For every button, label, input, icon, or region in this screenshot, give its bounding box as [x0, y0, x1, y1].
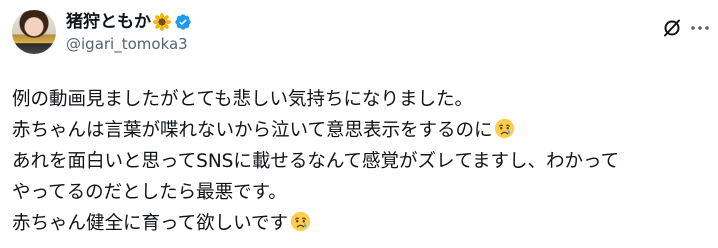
display-name[interactable]: 猪狩ともか — [66, 12, 151, 32]
tweet-card: 猪狩ともか @igari_tomoka3 例の動画見ましたがとても悲しい気持ちに… — [0, 0, 718, 248]
tweet-header: 猪狩ともか @igari_tomoka3 — [12, 10, 192, 54]
tweet-line: やってるのだとしたら最悪です。 — [12, 182, 287, 203]
sunflower-icon — [153, 12, 171, 31]
crying-face-icon — [290, 211, 311, 232]
tweet-text: 例の動画見ましたがとても悲しい気持ちになりました。 赤ちゃんは言葉が喋れないから… — [12, 84, 712, 239]
verified-badge-icon[interactable] — [174, 13, 192, 31]
crying-face-icon — [494, 118, 515, 139]
tweet-line: 赤ちゃん健全に育って欲しいです — [12, 208, 712, 239]
author-handle[interactable]: @igari_tomoka3 — [66, 34, 192, 54]
tweet-line: 赤ちゃんは言葉が喋れないから泣いて意思表示をするのに — [12, 115, 712, 146]
avatar[interactable] — [12, 10, 56, 54]
tweet-line: 例の動画見ましたがとても悲しい気持ちになりました。 — [12, 89, 474, 110]
more-options-icon[interactable] — [689, 17, 711, 39]
tweet-line: あれを面白いと思ってSNSに載せるなんて感覚がズレてますし、わかって — [12, 151, 620, 172]
name-row: 猪狩ともか — [66, 11, 192, 33]
author-identity: 猪狩ともか @igari_tomoka3 — [66, 11, 192, 54]
grok-icon[interactable] — [662, 18, 682, 38]
